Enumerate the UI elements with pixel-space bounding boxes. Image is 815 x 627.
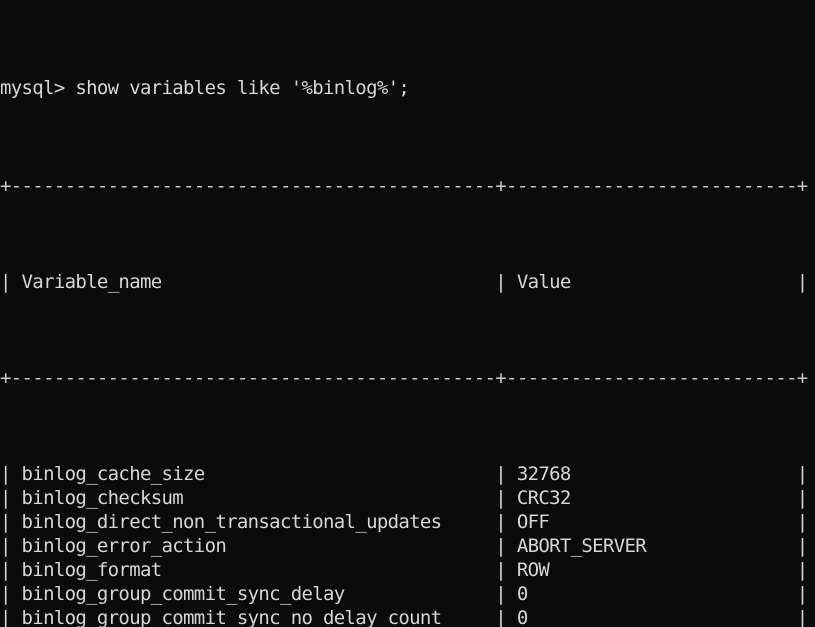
table-row: | binlog_group_commit_sync_delay | 0 | (0, 583, 808, 605)
table-row: | binlog_checksum | CRC32 | (0, 487, 808, 509)
table-row: | binlog_cache_size | 32768 | (0, 463, 808, 485)
table-header-row: | Variable_name | Value | (0, 271, 808, 293)
table-row: | binlog_format | ROW | (0, 559, 808, 581)
table-border-header: +---------------------------------------… (0, 367, 808, 389)
table-border-top: +---------------------------------------… (0, 175, 808, 197)
table-row: | binlog_error_action | ABORT_SERVER | (0, 535, 808, 557)
table-body: | binlog_cache_size | 32768 | | binlog_ch… (0, 462, 815, 627)
table-row: | binlog_group_commit_sync_no_delay_coun… (0, 607, 808, 627)
table-row: | binlog_direct_non_transactional_update… (0, 511, 808, 533)
terminal-window[interactable]: mysql> show variables like '%binlog%'; +… (0, 0, 815, 627)
mysql-prompt-line: mysql> show variables like '%binlog%'; (0, 77, 410, 99)
